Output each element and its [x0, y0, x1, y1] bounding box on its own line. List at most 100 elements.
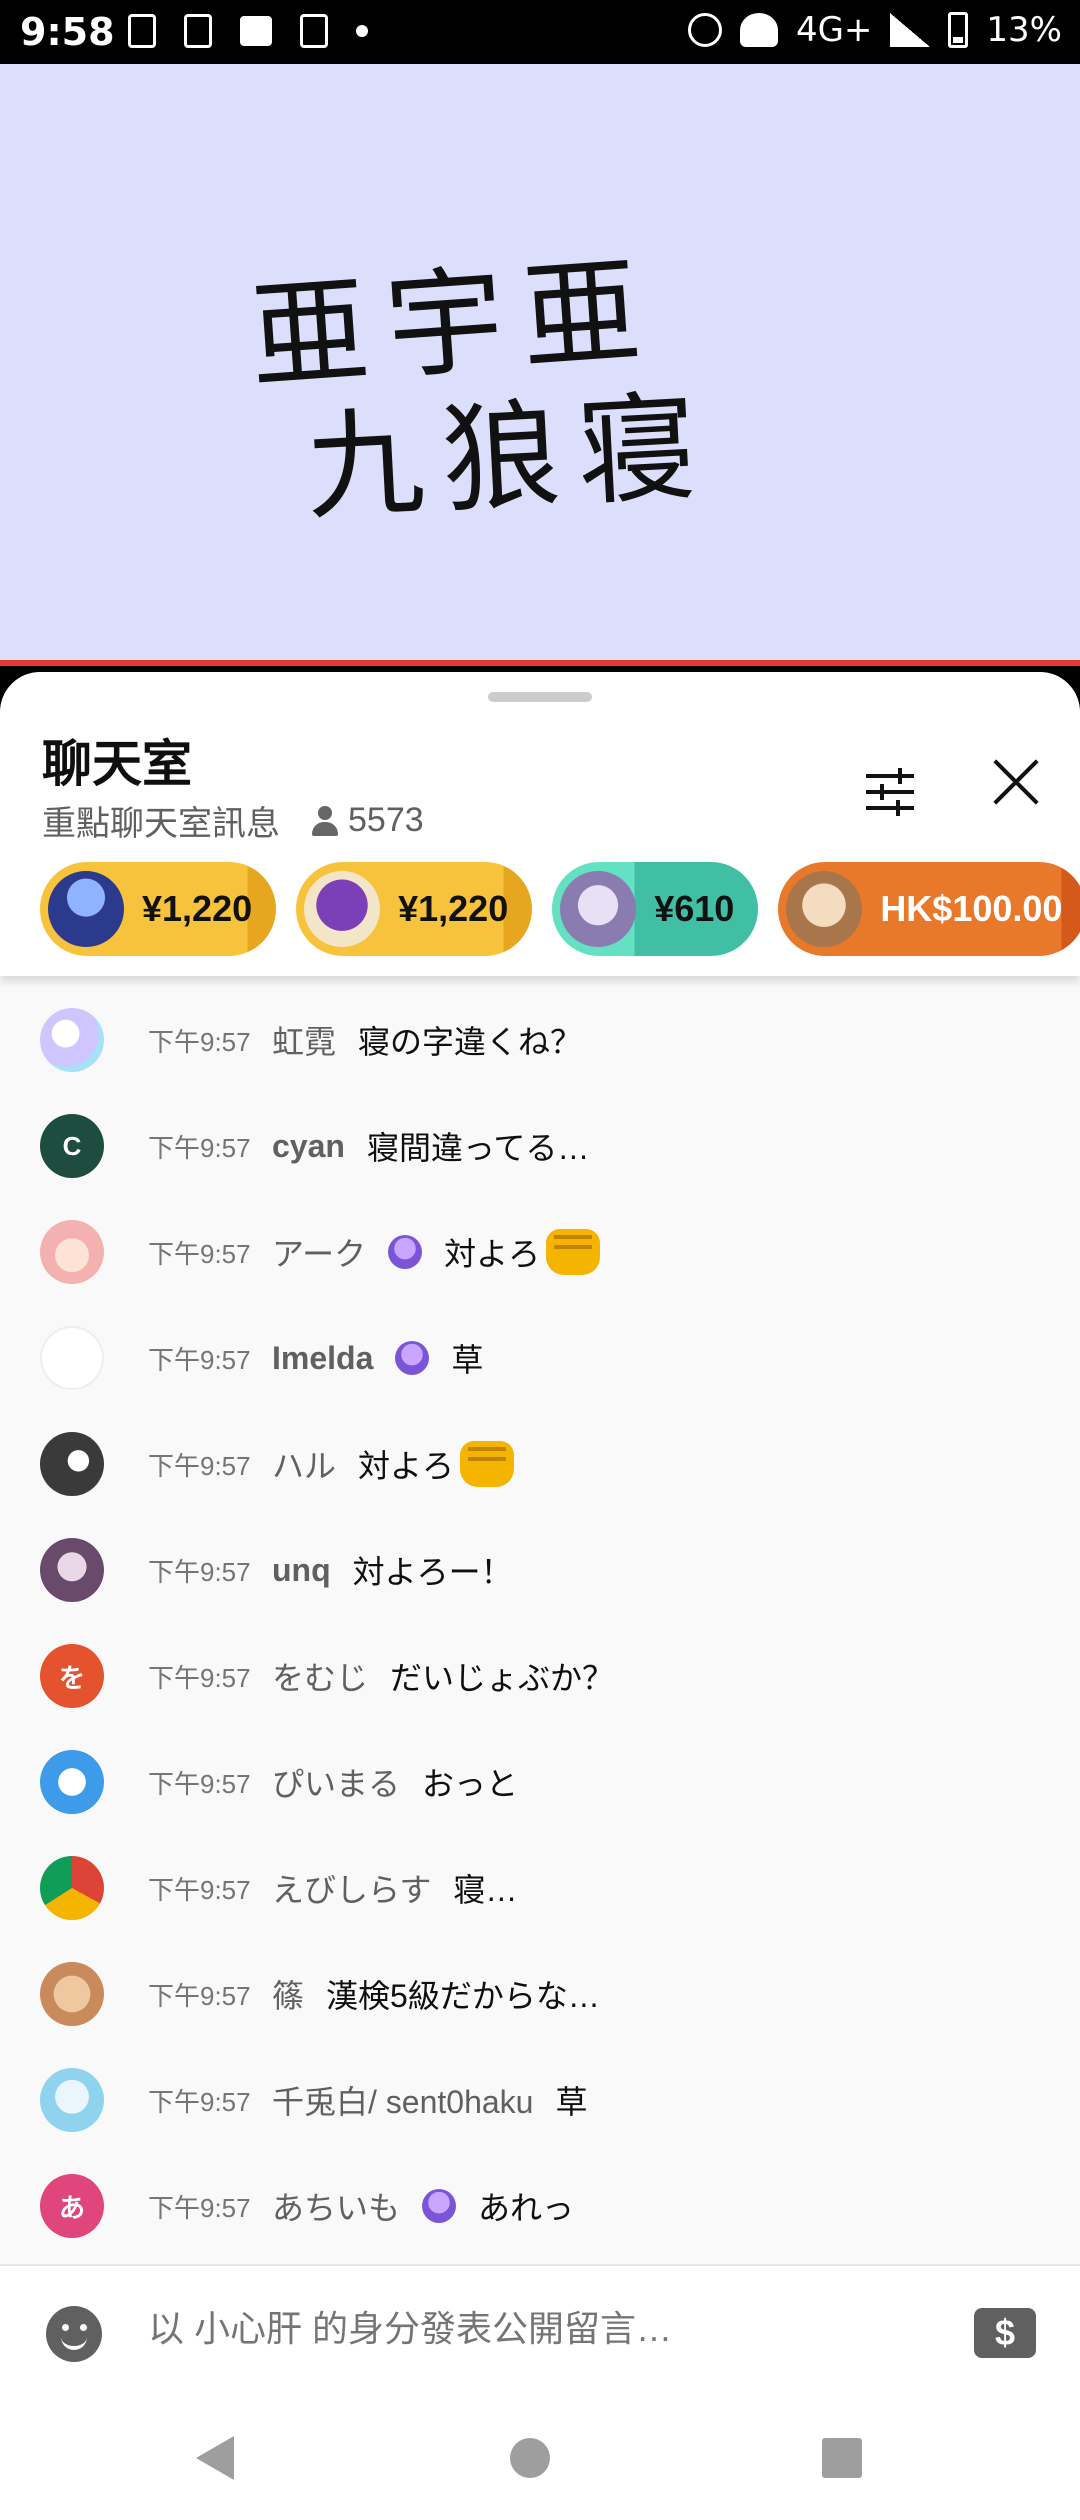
message-time: 下午9:57 — [148, 1238, 251, 1269]
message-text: 寝間違ってる… — [366, 1130, 590, 1166]
tune-icon[interactable] — [858, 760, 922, 824]
message-time: 下午9:57 — [148, 1026, 251, 1057]
person-icon — [310, 805, 340, 836]
chat-message: 下午9:57 unq 対よろー！ — [0, 1520, 1080, 1620]
fist-emoji-icon — [460, 1441, 515, 1487]
message-author[interactable]: ぴいまる — [272, 1759, 400, 1805]
message-author[interactable]: えびしらす — [272, 1865, 431, 1911]
message-author[interactable]: 千兎白/ sent0haku — [272, 2077, 533, 2123]
chat-message: 下午9:57 えびしらす 寝… — [0, 1838, 1080, 1938]
message-text: あれっ — [478, 2190, 575, 2226]
chat-input-bar: $ — [0, 2264, 1080, 2400]
chat-message: C 下午9:57 cyan 寝間違ってる… — [0, 1096, 1080, 1196]
message-time: 下午9:57 — [148, 2192, 251, 2223]
super-chat-button[interactable]: $ — [974, 2308, 1036, 2358]
close-icon[interactable] — [986, 752, 1046, 812]
message-author[interactable]: Imelda — [272, 1340, 373, 1377]
super-chat-amount: ¥610 — [654, 888, 735, 929]
notification-icon — [184, 14, 212, 48]
message-time: 下午9:57 — [148, 1556, 251, 1587]
chat-message: 下午9:57 ぴいまる おっと — [0, 1732, 1080, 1832]
super-chat-chip[interactable]: ¥1,220 — [40, 862, 277, 956]
member-badge-icon — [395, 1341, 430, 1375]
chat-message: 下午9:57 篠漢検5級だからな… — [0, 1944, 1080, 2044]
chat-message: 下午9:57 虹霓 寝の字違くね？ — [0, 990, 1080, 1090]
system-nav-bar — [0, 2400, 1080, 2520]
battery-icon — [948, 12, 969, 48]
message-author[interactable]: 篠 — [272, 1971, 304, 2017]
message-text: 草 — [451, 1342, 484, 1378]
status-right: 4G+ 13% — [687, 10, 1062, 50]
back-icon[interactable] — [196, 2436, 234, 2480]
super-chat-chip[interactable]: HK$100.00 — [778, 862, 1080, 956]
handwriting-line-2: 九狼寝 — [302, 377, 718, 537]
message-text: 対よろ — [358, 1448, 455, 1484]
gallery-icon — [240, 16, 272, 46]
message-author[interactable]: あちいも — [272, 2183, 400, 2229]
video-player[interactable]: 亜宇亜 九狼寝 — [0, 64, 1080, 666]
message-author[interactable]: 虹霓 — [272, 1017, 336, 1063]
message-time: 下午9:57 — [148, 1450, 251, 1481]
chat-mode-label: 重點聊天室訊息 — [42, 805, 280, 843]
network-type: 4G+ — [795, 10, 873, 50]
message-author[interactable]: cyan — [272, 1128, 345, 1165]
avatar — [40, 2068, 104, 2132]
message-time: 下午9:57 — [148, 2086, 251, 2117]
chat-title: 聊天室 — [42, 736, 192, 792]
home-icon[interactable] — [510, 2438, 550, 2478]
super-chat-amount: ¥1,220 — [398, 888, 509, 929]
viewer-count: 5573 — [310, 801, 424, 840]
avatar — [304, 871, 381, 947]
chat-message: あ 下午9:57 あちいも あれっ — [0, 2156, 1080, 2256]
fist-emoji-icon — [546, 1229, 601, 1275]
message-author[interactable]: unq — [272, 1552, 331, 1589]
message-text: 対よろ — [444, 1236, 541, 1272]
message-time: 下午9:57 — [148, 1662, 251, 1693]
message-time: 下午9:57 — [148, 1874, 251, 1905]
live-chat-panel: 聊天室 重點聊天室訊息 5573 ¥1,220 ¥1,220 ¥610 HK$1… — [0, 672, 1080, 2520]
super-chat-amount: HK$100.00 — [880, 888, 1063, 929]
avatar: あ — [40, 2174, 104, 2238]
avatar — [40, 1220, 104, 1284]
message-author[interactable]: をむじ — [272, 1653, 368, 1699]
super-chat-chip[interactable]: ¥610 — [552, 862, 759, 956]
message-text: 漢検5級だからな… — [326, 1978, 600, 2014]
message-time: 下午9:57 — [148, 1768, 251, 1799]
message-author[interactable]: アーク — [272, 1229, 366, 1275]
avatar — [40, 1326, 104, 1390]
chat-input[interactable] — [148, 2308, 948, 2350]
chat-mode-selector[interactable]: 重點聊天室訊息 5573 — [42, 796, 424, 845]
notification-icon — [128, 14, 156, 48]
wifi-icon — [739, 13, 778, 47]
avatar: を — [40, 1644, 104, 1708]
emoji-icon[interactable] — [46, 2306, 102, 2362]
avatar — [40, 1750, 104, 1814]
message-text: 対よろー！ — [352, 1554, 513, 1590]
chat-header: 聊天室 重點聊天室訊息 5573 ¥1,220 ¥1,220 ¥610 HK$1… — [0, 672, 1080, 976]
message-author[interactable]: ハル — [272, 1441, 336, 1487]
message-time: 下午9:57 — [148, 1344, 251, 1375]
message-time: 下午9:57 — [148, 1132, 251, 1163]
notification-icons — [128, 14, 368, 48]
signal-icon — [890, 13, 931, 47]
chat-message: 下午9:57 千兎白/ sent0haku 草 — [0, 2050, 1080, 2150]
chat-message: 下午9:57 アーク 対よろ — [0, 1202, 1080, 1302]
status-bar: 9:58 4G+ 13% — [0, 0, 1080, 64]
avatar: C — [40, 1114, 104, 1178]
chat-message: を 下午9:57 をむじ だいじょぶか？ — [0, 1626, 1080, 1726]
avatar — [40, 1856, 104, 1920]
super-chat-ticker: ¥1,220 ¥1,220 ¥610 HK$100.00 — [40, 862, 1080, 956]
avatar — [786, 871, 863, 947]
message-text: だいじょぶか？ — [390, 1660, 615, 1696]
chat-message: 下午9:57 ハル 対よろ — [0, 1414, 1080, 1514]
message-text: 寝… — [453, 1872, 518, 1908]
app-icon — [300, 14, 328, 48]
avatar — [560, 871, 637, 947]
super-chat-amount: ¥1,220 — [142, 888, 253, 929]
message-text: 寝の字違くね？ — [358, 1024, 583, 1060]
super-chat-chip[interactable]: ¥1,220 — [296, 862, 533, 956]
recent-apps-icon[interactable] — [822, 2438, 862, 2478]
handwriting-canvas: 亜宇亜 九狼寝 — [246, 240, 718, 536]
message-time: 下午9:57 — [148, 1980, 251, 2011]
drag-handle[interactable] — [488, 692, 592, 702]
